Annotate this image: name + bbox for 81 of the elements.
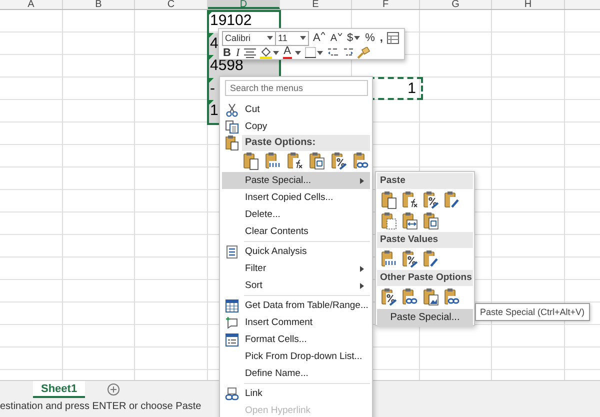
dropdown-caret-icon[interactable] (300, 36, 306, 40)
sheet-tab[interactable]: Sheet1 (33, 381, 86, 398)
dropdown-caret-icon[interactable] (267, 36, 273, 40)
clipboard-icon[interactable] (402, 212, 418, 230)
format-painter-icon[interactable] (356, 46, 370, 58)
add-sheet-icon[interactable] (107, 383, 120, 396)
column-header[interactable]: G (420, 0, 492, 9)
column-header[interactable]: D (208, 0, 280, 9)
column-header[interactable]: H (492, 0, 565, 9)
fill-color-icon[interactable] (260, 46, 272, 59)
clipboard-icon[interactable] (423, 288, 439, 306)
copy-icon (225, 120, 239, 134)
search-field[interactable]: Search the menus (225, 80, 368, 96)
menu-item[interactable]: Format Cells... (222, 331, 370, 348)
clipboard-icon[interactable] (381, 288, 397, 306)
menu-item[interactable]: Quick Analysis (222, 243, 370, 260)
section-header: Paste Values (377, 232, 473, 248)
shrink-font-button[interactable]: A (329, 32, 344, 44)
clipboard-icon[interactable] (381, 212, 397, 230)
section-header: Other Paste Options (377, 270, 473, 286)
menu-item[interactable]: Paste Special... (222, 172, 370, 189)
percent-button[interactable]: % (364, 32, 376, 44)
font-name-field[interactable]: Calibri (222, 30, 276, 46)
clipboard-icon[interactable] (444, 191, 460, 209)
dropdown-caret-icon[interactable] (316, 50, 323, 54)
grow-font-button[interactable]: A (312, 32, 326, 44)
menu-item[interactable]: Copy (222, 118, 370, 135)
dropdown-caret-icon[interactable] (294, 50, 301, 54)
caret-up-icon (321, 32, 326, 35)
scissors-icon (225, 102, 239, 116)
format-cells-icon (225, 332, 239, 346)
comment-icon (225, 316, 239, 330)
font-size-field[interactable]: 11 (275, 30, 309, 46)
column-header[interactable]: E (280, 0, 352, 9)
column-header[interactable]: B (63, 0, 135, 9)
clipboard-icon[interactable] (243, 152, 259, 170)
decrease-decimal-icon[interactable] (342, 47, 354, 58)
menu-item[interactable]: Insert Comment (222, 314, 370, 331)
link-icon (225, 386, 239, 400)
table-icon (225, 298, 239, 312)
comma-button[interactable]: , (378, 32, 384, 44)
clipboard-icon[interactable] (381, 191, 397, 209)
clipboard-icon[interactable] (265, 152, 281, 170)
table-icon[interactable] (386, 32, 399, 44)
clipboard-icon[interactable] (423, 250, 439, 268)
menu-item[interactable]: Get Data from Table/Range... (222, 297, 370, 314)
clipboard-icon[interactable] (331, 152, 347, 170)
menu-item[interactable]: Delete... (222, 206, 370, 223)
clipboard-icon[interactable] (444, 288, 460, 306)
menu-item[interactable]: Link (222, 385, 370, 402)
clipboard-icon[interactable] (402, 288, 418, 306)
caret-down-icon (338, 32, 342, 36)
section-header: Paste (377, 173, 473, 189)
dropdown-caret-icon[interactable] (354, 36, 360, 40)
menu-item[interactable]: Pick From Drop-down List... (222, 348, 370, 365)
font-color-button[interactable]: A (282, 46, 292, 59)
menu-item[interactable]: Paste Special... (377, 309, 473, 327)
menu-item[interactable]: Filter (222, 260, 370, 277)
menu-item[interactable]: Sort (222, 277, 370, 294)
menu-item[interactable]: Define Name... (222, 365, 370, 382)
clipboard-icon[interactable] (287, 152, 303, 170)
clipboard-icon[interactable] (381, 250, 397, 268)
quick-analysis-icon (225, 244, 239, 258)
clipboard-icon[interactable] (423, 191, 439, 209)
clipboard-icon (225, 135, 239, 151)
menu-item[interactable]: Cut (222, 101, 370, 118)
clipboard-icon[interactable] (353, 152, 369, 170)
clipboard-icon[interactable] (402, 250, 418, 268)
menu-item[interactable]: Clear Contents (222, 223, 370, 240)
column-header[interactable]: F (352, 0, 420, 9)
tooltip: Paste Special (Ctrl+Alt+V) (475, 303, 590, 321)
clipboard-icon[interactable] (402, 191, 418, 209)
menu-item[interactable]: Insert Copied Cells... (222, 189, 370, 206)
column-header[interactable]: A (0, 0, 63, 9)
clipboard-icon[interactable] (309, 152, 325, 170)
clipboard-icon[interactable] (423, 212, 439, 230)
currency-button[interactable]: $ (346, 32, 362, 44)
align-center-icon[interactable] (244, 48, 256, 58)
increase-decimal-icon[interactable] (326, 47, 339, 58)
section-header: Paste Options: (242, 135, 370, 151)
borders-icon[interactable] (304, 47, 316, 58)
